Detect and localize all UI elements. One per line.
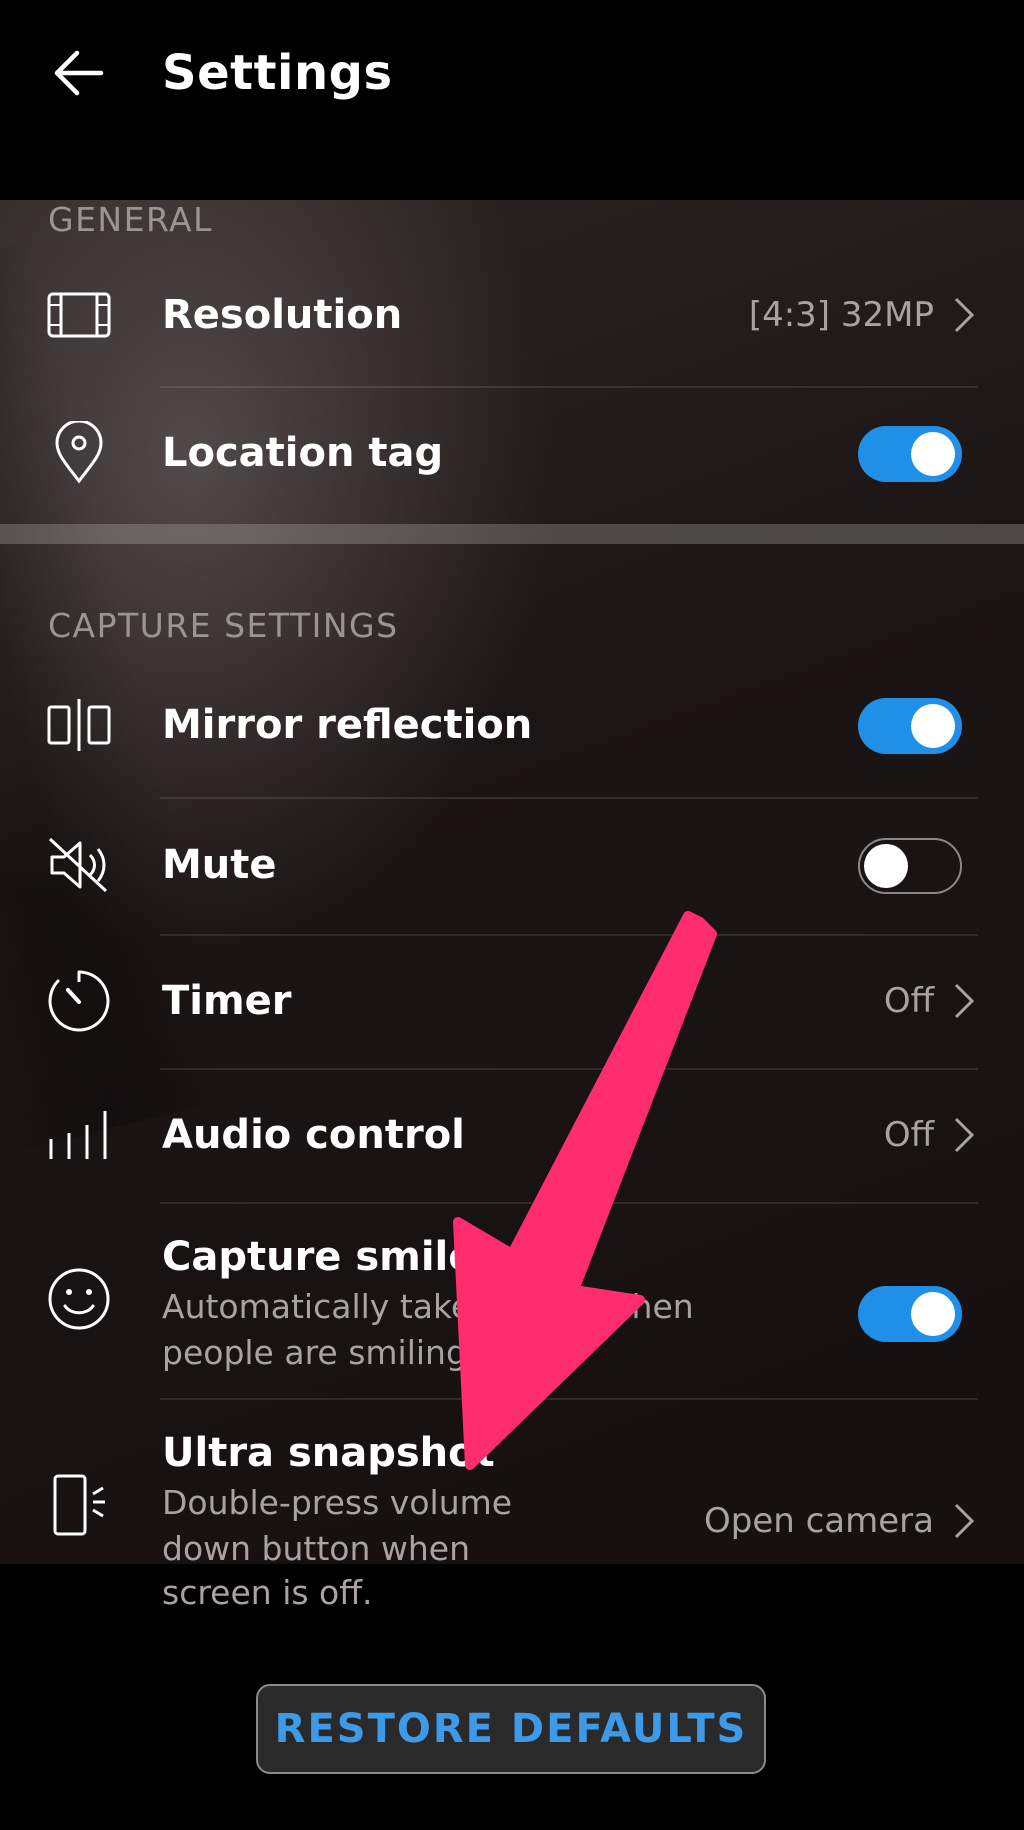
setting-row-capture-smiles[interactable]: Capture smiles Automatically take photos… [0,1204,1024,1394]
ultra-snapshot-label: Ultra snapshot [162,1430,495,1476]
toggle-knob [864,844,908,888]
location-tag-toggle[interactable] [858,426,962,482]
toggle-knob [911,704,955,748]
ultra-snapshot-description-line2: down button when [162,1529,470,1564]
setting-row-audio-control[interactable]: Audio control Off [0,1070,1024,1200]
restore-defaults-label: RESTORE DEFAULTS [274,1706,748,1752]
section-header-general: GENERAL [48,200,214,239]
timer-icon [44,966,114,1036]
chevron-right-icon [954,1503,975,1539]
back-button[interactable] [44,38,114,108]
location-tag-label: Location tag [162,430,444,476]
capture-smiles-label: Capture smiles [162,1234,500,1280]
audio-control-label: Audio control [162,1112,465,1158]
capture-smiles-description-line1: Automatically take photos when [162,1287,694,1326]
mute-toggle[interactable] [858,838,962,894]
resolution-icon [44,280,114,350]
setting-row-ultra-snapshot[interactable]: Ultra snapshot Double-press volume down … [0,1400,1024,1564]
setting-row-mute[interactable]: Mute [0,800,1024,930]
section-header-capture: CAPTURE SETTINGS [48,606,399,645]
page-title: Settings [162,45,393,101]
location-pin-icon [44,418,114,488]
mute-icon [44,830,114,900]
toggle-knob [911,432,955,476]
capture-smiles-toggle[interactable] [858,1286,962,1342]
timer-label: Timer [162,978,292,1024]
setting-row-timer[interactable]: Timer Off [0,936,1024,1066]
header-bar: Settings [0,0,1024,200]
mute-label: Mute [162,842,277,888]
ultra-snapshot-description-line1: Double-press volume [162,1483,513,1522]
toggle-knob [911,1292,955,1336]
phone-volume-icon [44,1470,114,1540]
smile-icon [44,1264,114,1334]
ultra-snapshot-value: Open camera [704,1501,934,1541]
divider [160,797,978,799]
audio-control-icon [44,1100,114,1170]
settings-list[interactable]: GENERAL Resolution [4:3] 32MP Location t… [0,200,1024,1564]
resolution-label: Resolution [162,292,403,338]
mirror-icon [44,690,114,760]
mirror-reflection-label: Mirror reflection [162,702,533,748]
setting-row-mirror-reflection[interactable]: Mirror reflection [0,660,1024,790]
mirror-reflection-toggle[interactable] [858,698,962,754]
section-divider [0,524,1024,544]
chevron-right-icon [954,983,975,1019]
setting-row-resolution[interactable]: Resolution [4:3] 32MP [0,250,1024,380]
back-arrow-icon [54,50,104,96]
ultra-snapshot-description-line3: screen is off. [162,1573,373,1612]
audio-control-value: Off [883,1115,934,1155]
resolution-value: [4:3] 32MP [748,295,934,335]
restore-defaults-button[interactable]: RESTORE DEFAULTS [256,1684,766,1774]
capture-smiles-description-line2: people are smiling [162,1333,467,1372]
timer-value: Off [883,981,934,1021]
chevron-right-icon [954,1117,975,1153]
chevron-right-icon [954,297,975,333]
setting-row-location-tag[interactable]: Location tag [0,388,1024,518]
